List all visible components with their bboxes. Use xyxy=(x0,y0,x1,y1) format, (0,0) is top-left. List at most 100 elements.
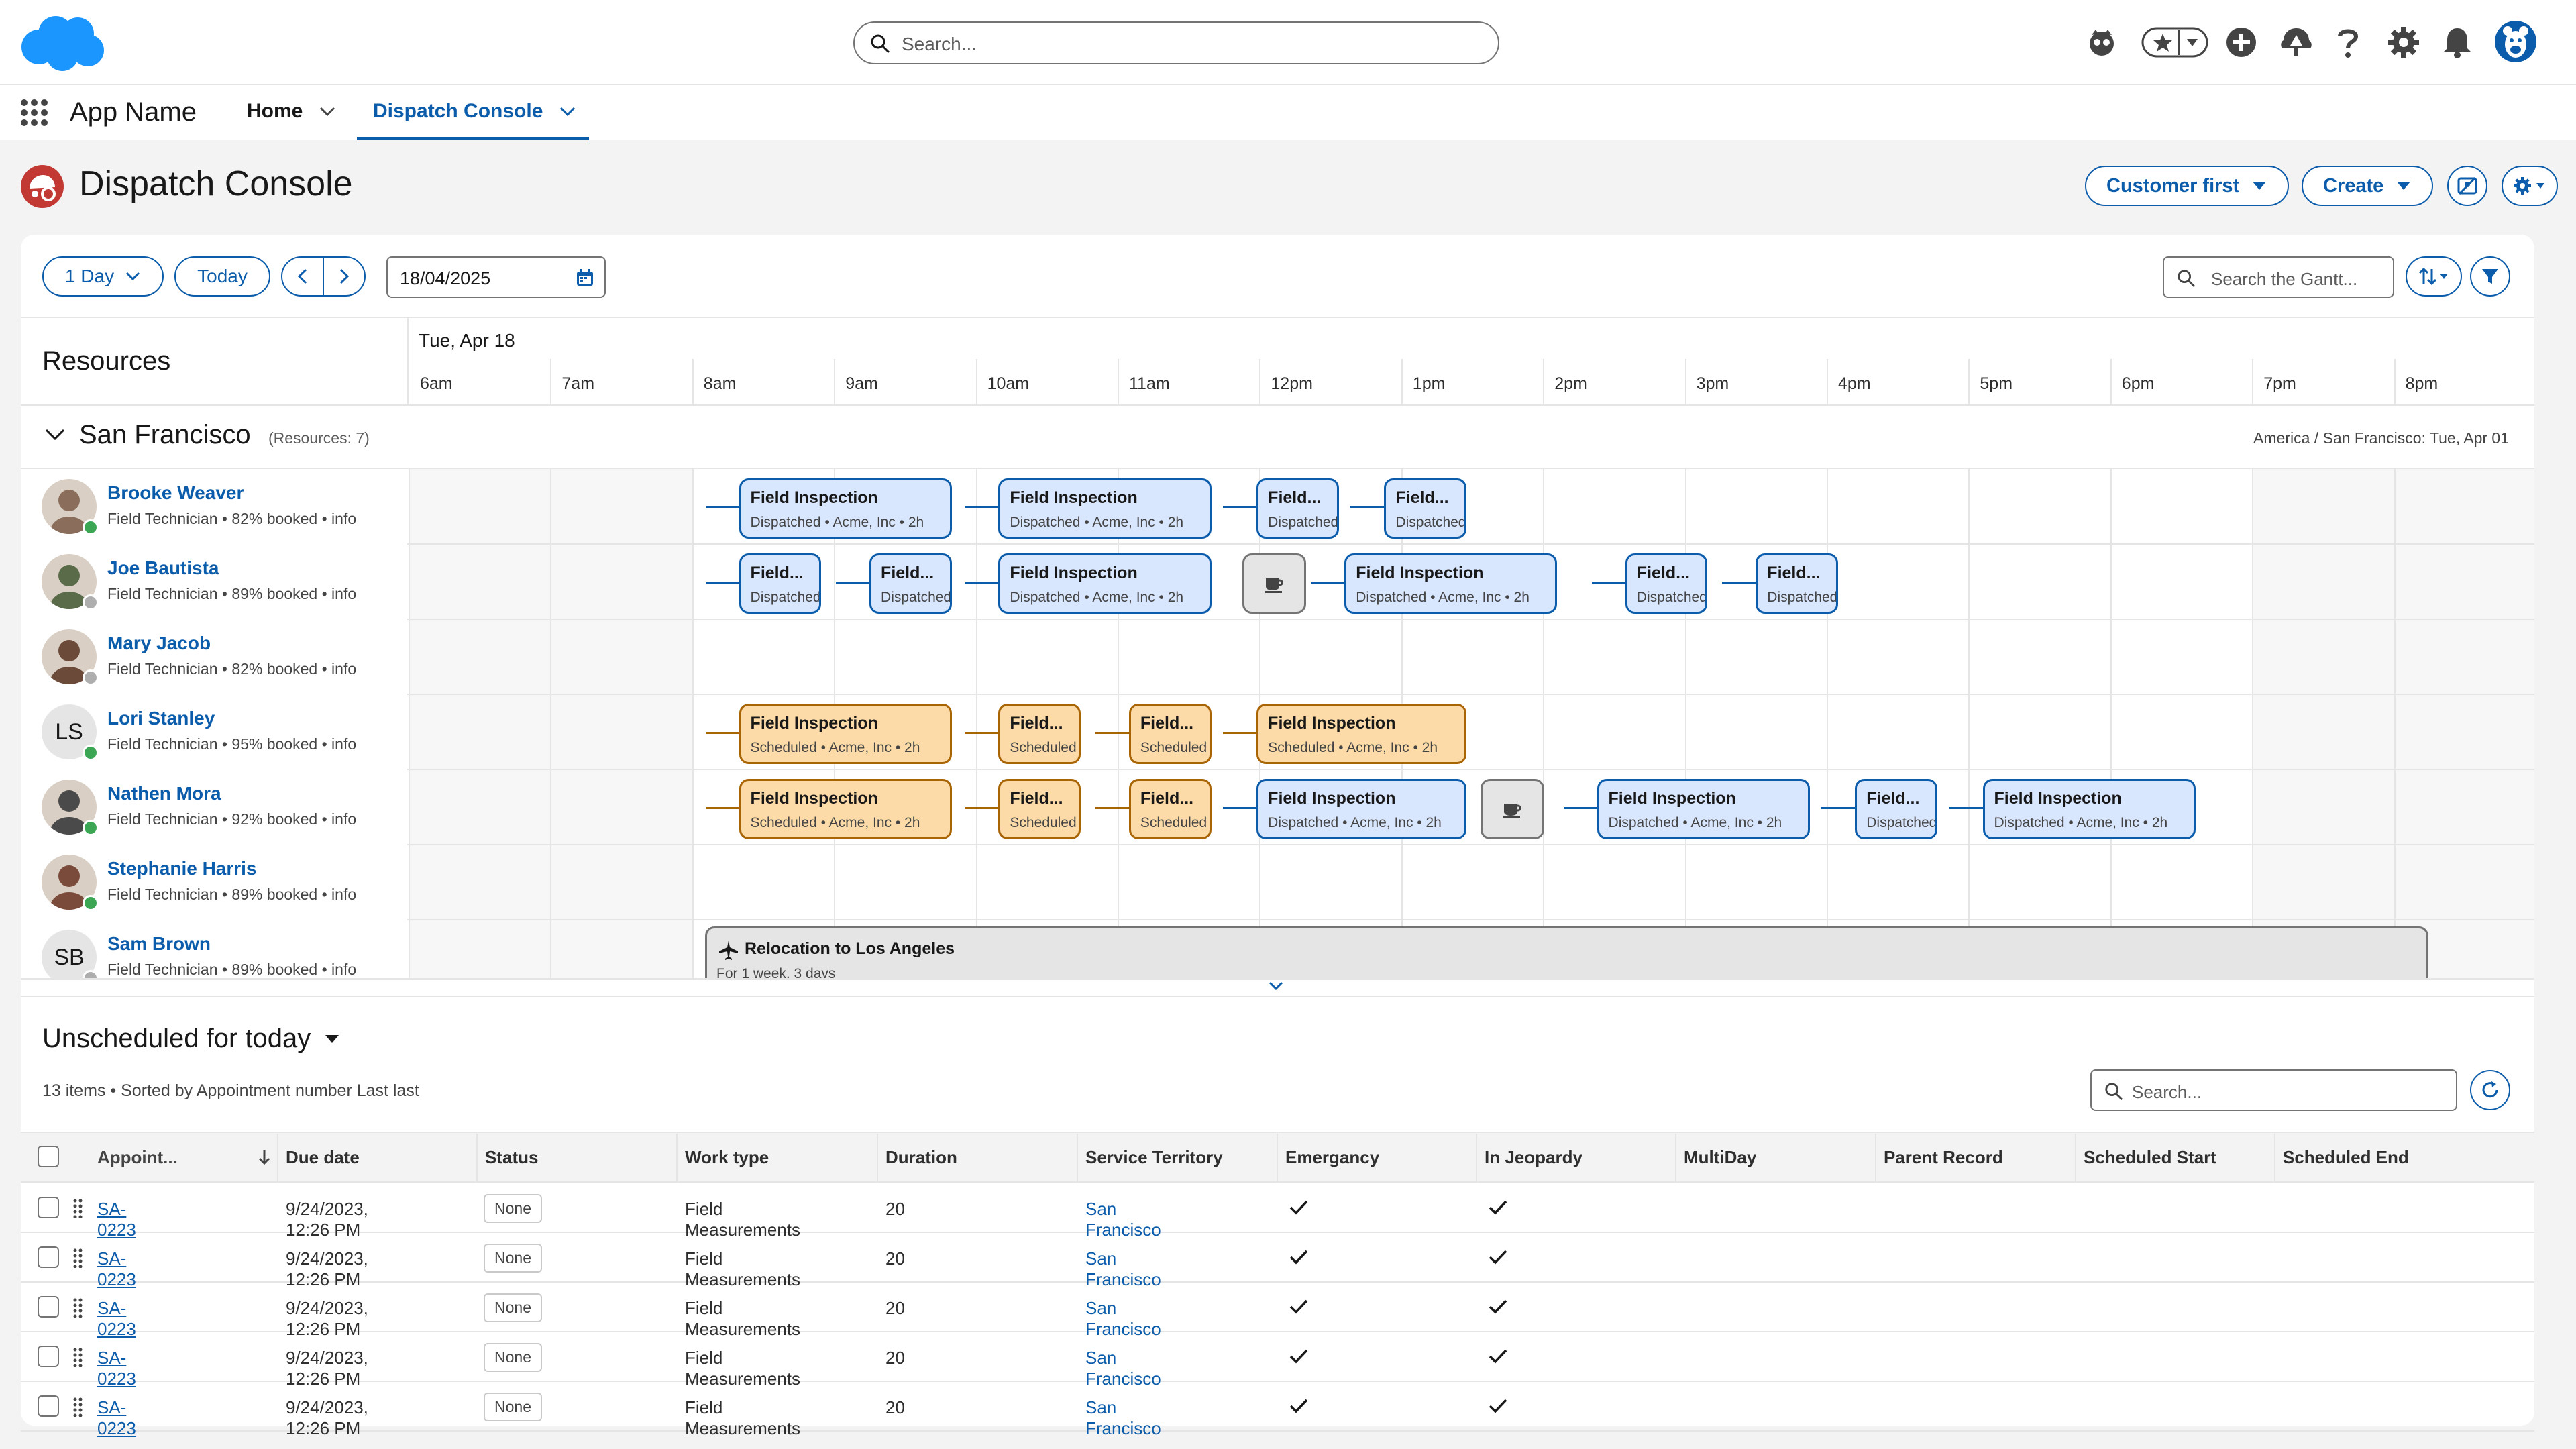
unscheduled-search-input[interactable]: Search... xyxy=(2090,1069,2457,1111)
table-row[interactable] xyxy=(21,1382,2534,1432)
appointment-block[interactable]: Field Inspection Dispatched • Acme, Inc •… xyxy=(739,478,952,539)
row-checkbox[interactable] xyxy=(38,1246,59,1268)
column-header[interactable]: MultiDay xyxy=(1684,1147,1870,1168)
appointment-block[interactable]: Field... Dispatched xyxy=(1625,553,1708,614)
appointment-block[interactable]: Field... Dispatched xyxy=(1855,779,1937,839)
chevron-down-icon[interactable] xyxy=(559,103,576,120)
appointment-block[interactable]: Field... Scheduled xyxy=(1128,704,1212,764)
notifications-bell-icon[interactable] xyxy=(2442,25,2473,59)
column-header[interactable]: Emergancy xyxy=(1285,1147,1471,1168)
resource-row[interactable]: Nathen Mora Field Technician • 92% booked… xyxy=(21,769,407,845)
drag-handle-icon[interactable] xyxy=(72,1397,83,1417)
resource-name[interactable]: Nathen Mora xyxy=(107,783,221,804)
appointment-block[interactable]: Field... Scheduled xyxy=(998,779,1081,839)
resource-row[interactable]: Stephanie Harris Field Technician • 89% b… xyxy=(21,845,407,920)
row-checkbox[interactable] xyxy=(38,1395,59,1417)
previous-day-button[interactable] xyxy=(282,258,324,295)
gantt-search-input[interactable]: Search the Gantt... xyxy=(2163,256,2394,298)
appointment-block[interactable]: Field Inspection Dispatched • Acme, Inc •… xyxy=(1344,553,1558,614)
relocation-block[interactable]: Relocation to Los Angeles For 1 week, 3 … xyxy=(705,926,2428,978)
app-launcher-icon[interactable] xyxy=(20,99,48,127)
resource-row[interactable]: Brooke Weaver Field Technician • 82% book… xyxy=(21,469,407,544)
column-header[interactable]: Scheduled Start xyxy=(2084,1147,2269,1168)
service-territory-link[interactable]: San Francisco xyxy=(1085,1397,1161,1439)
appointment-block[interactable]: Field Inspection Dispatched • Acme, Inc •… xyxy=(1256,779,1467,839)
column-header[interactable]: Scheduled End xyxy=(2283,1147,2521,1168)
column-header[interactable]: Appoint... xyxy=(97,1147,272,1168)
column-header[interactable]: Parent Record xyxy=(1884,1147,2070,1168)
row-checkbox[interactable] xyxy=(38,1346,59,1367)
resource-row[interactable]: Joe Bautista Field Technician • 89% booke… xyxy=(21,544,407,619)
resource-name[interactable]: Sam Brown xyxy=(107,933,211,955)
column-header[interactable]: Status xyxy=(485,1147,672,1168)
global-search-input[interactable]: Search... xyxy=(853,21,1499,64)
filter-button[interactable] xyxy=(2470,256,2510,297)
collapse-group-chevron-icon[interactable] xyxy=(44,427,66,443)
resource-name[interactable]: Stephanie Harris xyxy=(107,858,257,879)
column-header[interactable]: Due date xyxy=(286,1147,472,1168)
appointment-block[interactable]: Field Inspection Dispatched • Acme, Inc •… xyxy=(1982,779,2196,839)
appointment-block[interactable]: Field... Dispatched xyxy=(1256,478,1339,539)
resource-name[interactable]: Lori Stanley xyxy=(107,708,215,729)
appointment-block[interactable]: Field... Scheduled xyxy=(1128,779,1212,839)
sort-descending-arrow-icon[interactable] xyxy=(258,1148,271,1166)
today-button[interactable]: Today xyxy=(174,256,270,297)
next-day-button[interactable] xyxy=(324,258,364,295)
column-header[interactable]: In Jeopardy xyxy=(1485,1147,1670,1168)
appointment-block[interactable]: Field... Dispatched xyxy=(1756,553,1838,614)
sort-button[interactable] xyxy=(2406,256,2462,297)
break-block[interactable] xyxy=(1242,553,1307,614)
appointment-block[interactable]: Field Inspection Scheduled • Acme, Inc • … xyxy=(1256,704,1467,764)
appointment-block[interactable]: Field... Dispatched xyxy=(869,553,952,614)
resource-name[interactable]: Brooke Weaver xyxy=(107,482,244,504)
customer-first-button[interactable]: Customer first xyxy=(2085,166,2290,206)
trailhead-icon[interactable] xyxy=(2279,25,2313,59)
row-checkbox[interactable] xyxy=(38,1197,59,1218)
tab-dispatch-console[interactable]: Dispatch Console xyxy=(357,85,589,140)
unscheduled-list-selector[interactable]: Unscheduled for today xyxy=(42,1024,340,1054)
chevron-down-icon[interactable] xyxy=(319,103,336,120)
column-header[interactable]: Work type xyxy=(685,1147,872,1168)
resource-row[interactable]: LS Lori Stanley Field Technician • 95% boo… xyxy=(21,694,407,769)
resource-row[interactable]: SB Sam Brown Field Technician • 89% booked… xyxy=(21,920,407,978)
help-icon[interactable] xyxy=(2334,25,2361,59)
appointment-block[interactable]: Field Inspection Dispatched • Acme, Inc •… xyxy=(998,478,1212,539)
appointment-block[interactable]: Field Inspection Dispatched • Acme, Inc •… xyxy=(1597,779,1810,839)
date-input[interactable]: 18/04/2025 xyxy=(386,256,606,298)
appointment-block[interactable]: Field... Dispatched xyxy=(1384,478,1467,539)
favorites-icon[interactable] xyxy=(2141,25,2208,59)
break-block[interactable] xyxy=(1481,779,1545,839)
calendar-icon[interactable] xyxy=(576,268,594,287)
global-actions-add-icon[interactable] xyxy=(2226,27,2257,58)
appointment-block[interactable]: Field... Dispatched xyxy=(739,553,822,614)
column-header[interactable]: Service Territory xyxy=(1085,1147,1272,1168)
salesforce-cloud-logo[interactable] xyxy=(19,13,106,72)
appointment-block[interactable]: Field Inspection Scheduled • Acme, Inc • … xyxy=(739,704,952,764)
einstein-icon[interactable] xyxy=(2085,25,2118,59)
refresh-button[interactable] xyxy=(2470,1070,2510,1110)
expand-panel-chevron-icon[interactable] xyxy=(1268,981,1284,991)
row-checkbox[interactable] xyxy=(38,1296,59,1318)
select-all-checkbox[interactable] xyxy=(38,1146,59,1167)
map-toggle-button[interactable] xyxy=(2447,166,2487,206)
console-settings-button[interactable] xyxy=(2502,166,2558,206)
drag-handle-icon[interactable] xyxy=(72,1297,83,1318)
resource-row[interactable]: Mary Jacob Field Technician • 82% booked … xyxy=(21,619,407,694)
resource-name[interactable]: Joe Bautista xyxy=(107,557,219,579)
view-range-select[interactable]: 1 Day xyxy=(42,256,164,297)
user-avatar-icon[interactable] xyxy=(2494,20,2537,63)
appointment-link[interactable]: SA-0223 xyxy=(97,1397,136,1439)
column-header[interactable]: Duration xyxy=(885,1147,1072,1168)
appointment-block[interactable]: Field Inspection Dispatched • Acme, Inc •… xyxy=(998,553,1212,614)
table-row[interactable] xyxy=(21,1283,2534,1332)
create-button[interactable]: Create xyxy=(2302,166,2434,206)
drag-handle-icon[interactable] xyxy=(72,1248,83,1268)
appointment-block[interactable]: Field Inspection Scheduled • Acme, Inc • … xyxy=(739,779,952,839)
table-row[interactable] xyxy=(21,1233,2534,1283)
drag-handle-icon[interactable] xyxy=(72,1347,83,1367)
drag-handle-icon[interactable] xyxy=(72,1198,83,1218)
tab-home[interactable]: Home xyxy=(247,100,336,123)
setup-gear-icon[interactable] xyxy=(2387,25,2420,59)
table-row[interactable] xyxy=(21,1332,2534,1382)
resource-name[interactable]: Mary Jacob xyxy=(107,633,211,654)
